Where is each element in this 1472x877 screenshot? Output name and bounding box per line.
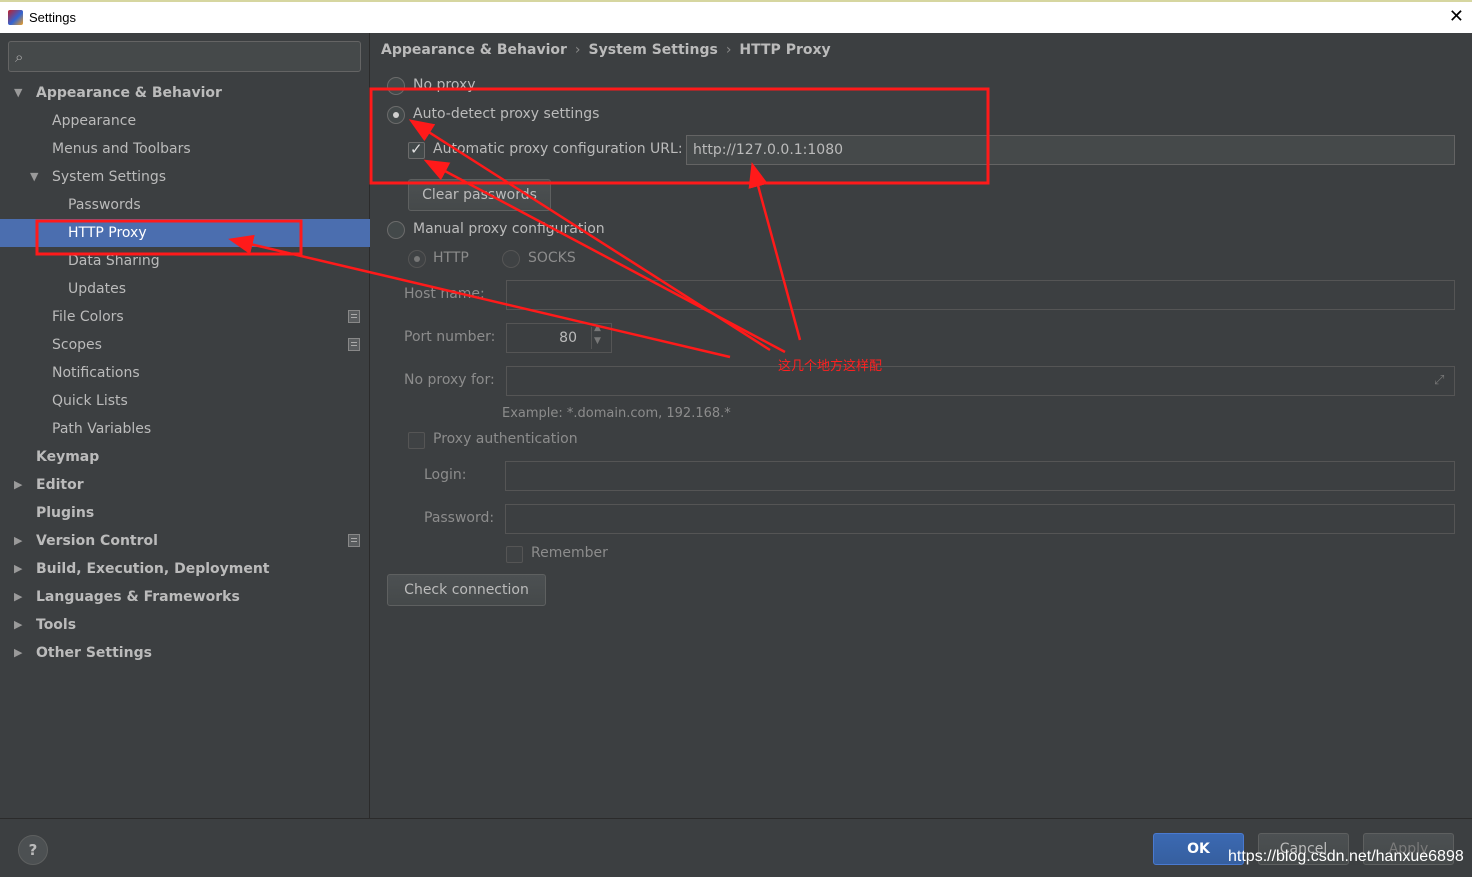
close-icon[interactable]: ✕ bbox=[1449, 6, 1464, 28]
project-level-icon bbox=[348, 534, 360, 547]
search-icon: ⌕ bbox=[15, 48, 24, 66]
manual-proxy-label: Manual proxy configuration bbox=[413, 221, 605, 237]
host-name-input[interactable] bbox=[506, 280, 1455, 310]
chevron-down-icon[interactable]: ▼ bbox=[30, 163, 38, 191]
chevron-right-icon[interactable]: ▶ bbox=[14, 471, 22, 499]
remember-checkbox[interactable] bbox=[506, 546, 523, 563]
intellij-app-icon bbox=[8, 10, 23, 25]
help-icon[interactable]: ? bbox=[18, 835, 48, 865]
breadcrumb: Appearance & Behavior › System Settings › HT… bbox=[381, 42, 831, 58]
sidebar-item-version-control[interactable]: ▶ Version Control bbox=[0, 527, 370, 555]
expand-icon[interactable]: ⤢ bbox=[1434, 373, 1444, 388]
sidebar-item-menus-toolbars[interactable]: Menus and Toolbars bbox=[0, 135, 370, 163]
chevron-right-icon[interactable]: ▶ bbox=[14, 555, 22, 583]
no-proxy-label: No proxy bbox=[413, 77, 476, 93]
http-label: HTTP bbox=[433, 250, 469, 266]
password-input[interactable] bbox=[505, 504, 1455, 534]
sidebar-item-build-execution-deployment[interactable]: ▶ Build, Execution, Deployment bbox=[0, 555, 370, 583]
window-title: Settings bbox=[29, 10, 76, 25]
http-radio[interactable] bbox=[408, 250, 426, 268]
sidebar-item-appearance-behavior[interactable]: ▼ Appearance & Behavior bbox=[0, 79, 370, 107]
sidebar-item-file-colors[interactable]: File Colors bbox=[0, 303, 370, 331]
chevron-right-icon[interactable]: ▶ bbox=[14, 639, 22, 667]
no-proxy-radio[interactable] bbox=[387, 77, 405, 95]
sidebar-item-data-sharing[interactable]: Data Sharing bbox=[0, 247, 370, 275]
sidebar-item-notifications[interactable]: Notifications bbox=[0, 359, 370, 387]
proxy-authentication-checkbox[interactable] bbox=[408, 432, 425, 449]
socks-radio[interactable] bbox=[502, 250, 520, 268]
auto-config-url-checkbox[interactable] bbox=[408, 140, 425, 159]
title-bar: Settings ✕ bbox=[0, 0, 1472, 33]
chevron-right-icon[interactable]: ▶ bbox=[14, 611, 22, 639]
socks-label: SOCKS bbox=[528, 250, 576, 266]
sidebar-item-scopes[interactable]: Scopes bbox=[0, 331, 370, 359]
clear-passwords-button[interactable]: Clear passwords bbox=[408, 179, 551, 211]
annotation-text: 这几个地方这样配 bbox=[778, 359, 883, 374]
login-input[interactable] bbox=[505, 461, 1455, 491]
sidebar-item-other-settings[interactable]: ▶ Other Settings bbox=[0, 639, 370, 667]
sidebar-item-path-variables[interactable]: Path Variables bbox=[0, 415, 370, 443]
sidebar-item-quick-lists[interactable]: Quick Lists bbox=[0, 387, 370, 415]
password-label: Password: bbox=[424, 510, 495, 526]
sidebar-item-languages-frameworks[interactable]: ▶ Languages & Frameworks bbox=[0, 583, 370, 611]
settings-sidebar: ⌕ ▼ Appearance & Behavior Appearance Men… bbox=[0, 33, 370, 818]
chevron-down-icon[interactable]: ▼ bbox=[14, 79, 22, 107]
no-proxy-example: Example: *.domain.com, 192.168.* bbox=[502, 406, 731, 421]
host-name-label: Host name: bbox=[404, 286, 485, 302]
sidebar-item-appearance[interactable]: Appearance bbox=[0, 107, 370, 135]
sidebar-item-editor[interactable]: ▶ Editor bbox=[0, 471, 370, 499]
auto-config-url-input[interactable]: http://127.0.0.1:1080 bbox=[686, 135, 1455, 165]
project-level-icon bbox=[348, 338, 360, 351]
spinner-up-icon[interactable]: ▲ bbox=[594, 323, 601, 333]
project-level-icon bbox=[348, 310, 360, 323]
sidebar-item-updates[interactable]: Updates bbox=[0, 275, 370, 303]
sidebar-item-keymap[interactable]: Keymap bbox=[0, 443, 370, 471]
auto-config-url-label: Automatic proxy configuration URL: bbox=[433, 141, 683, 157]
proxy-authentication-label: Proxy authentication bbox=[433, 431, 578, 447]
sidebar-item-system-settings[interactable]: ▼ System Settings bbox=[0, 163, 370, 191]
breadcrumb-separator-icon: › bbox=[574, 42, 581, 58]
http-proxy-panel: Appearance & Behavior › System Settings › HT… bbox=[371, 33, 1472, 818]
remember-label: Remember bbox=[531, 545, 608, 561]
breadcrumb-item: System Settings bbox=[588, 42, 718, 58]
sidebar-item-tools[interactable]: ▶ Tools bbox=[0, 611, 370, 639]
sidebar-item-http-proxy[interactable]: HTTP Proxy bbox=[0, 219, 370, 247]
port-number-label: Port number: bbox=[404, 329, 496, 345]
breadcrumb-item: HTTP Proxy bbox=[739, 42, 831, 58]
breadcrumb-item: Appearance & Behavior bbox=[381, 42, 567, 58]
no-proxy-for-label: No proxy for: bbox=[404, 372, 495, 388]
auto-detect-radio[interactable] bbox=[387, 106, 405, 124]
chevron-right-icon[interactable]: ▶ bbox=[14, 583, 22, 611]
check-connection-button[interactable]: Check connection bbox=[387, 574, 546, 606]
sidebar-item-passwords[interactable]: Passwords bbox=[0, 191, 370, 219]
spinner-down-icon[interactable]: ▼ bbox=[594, 336, 601, 346]
port-spinner[interactable]: ▲ ▼ bbox=[591, 323, 605, 349]
chevron-right-icon[interactable]: ▶ bbox=[14, 527, 22, 555]
dialog-footer: ? OK Cancel Apply https://blog.csdn.net/… bbox=[0, 818, 1472, 877]
breadcrumb-separator-icon: › bbox=[725, 42, 732, 58]
manual-proxy-radio[interactable] bbox=[387, 221, 405, 239]
no-proxy-for-input[interactable] bbox=[506, 366, 1455, 396]
login-label: Login: bbox=[424, 467, 467, 483]
watermark-text: https://blog.csdn.net/hanxue6898 bbox=[1228, 848, 1464, 865]
auto-detect-label: Auto-detect proxy settings bbox=[413, 106, 600, 122]
sidebar-item-plugins[interactable]: Plugins bbox=[0, 499, 370, 527]
search-input[interactable]: ⌕ bbox=[8, 41, 361, 72]
